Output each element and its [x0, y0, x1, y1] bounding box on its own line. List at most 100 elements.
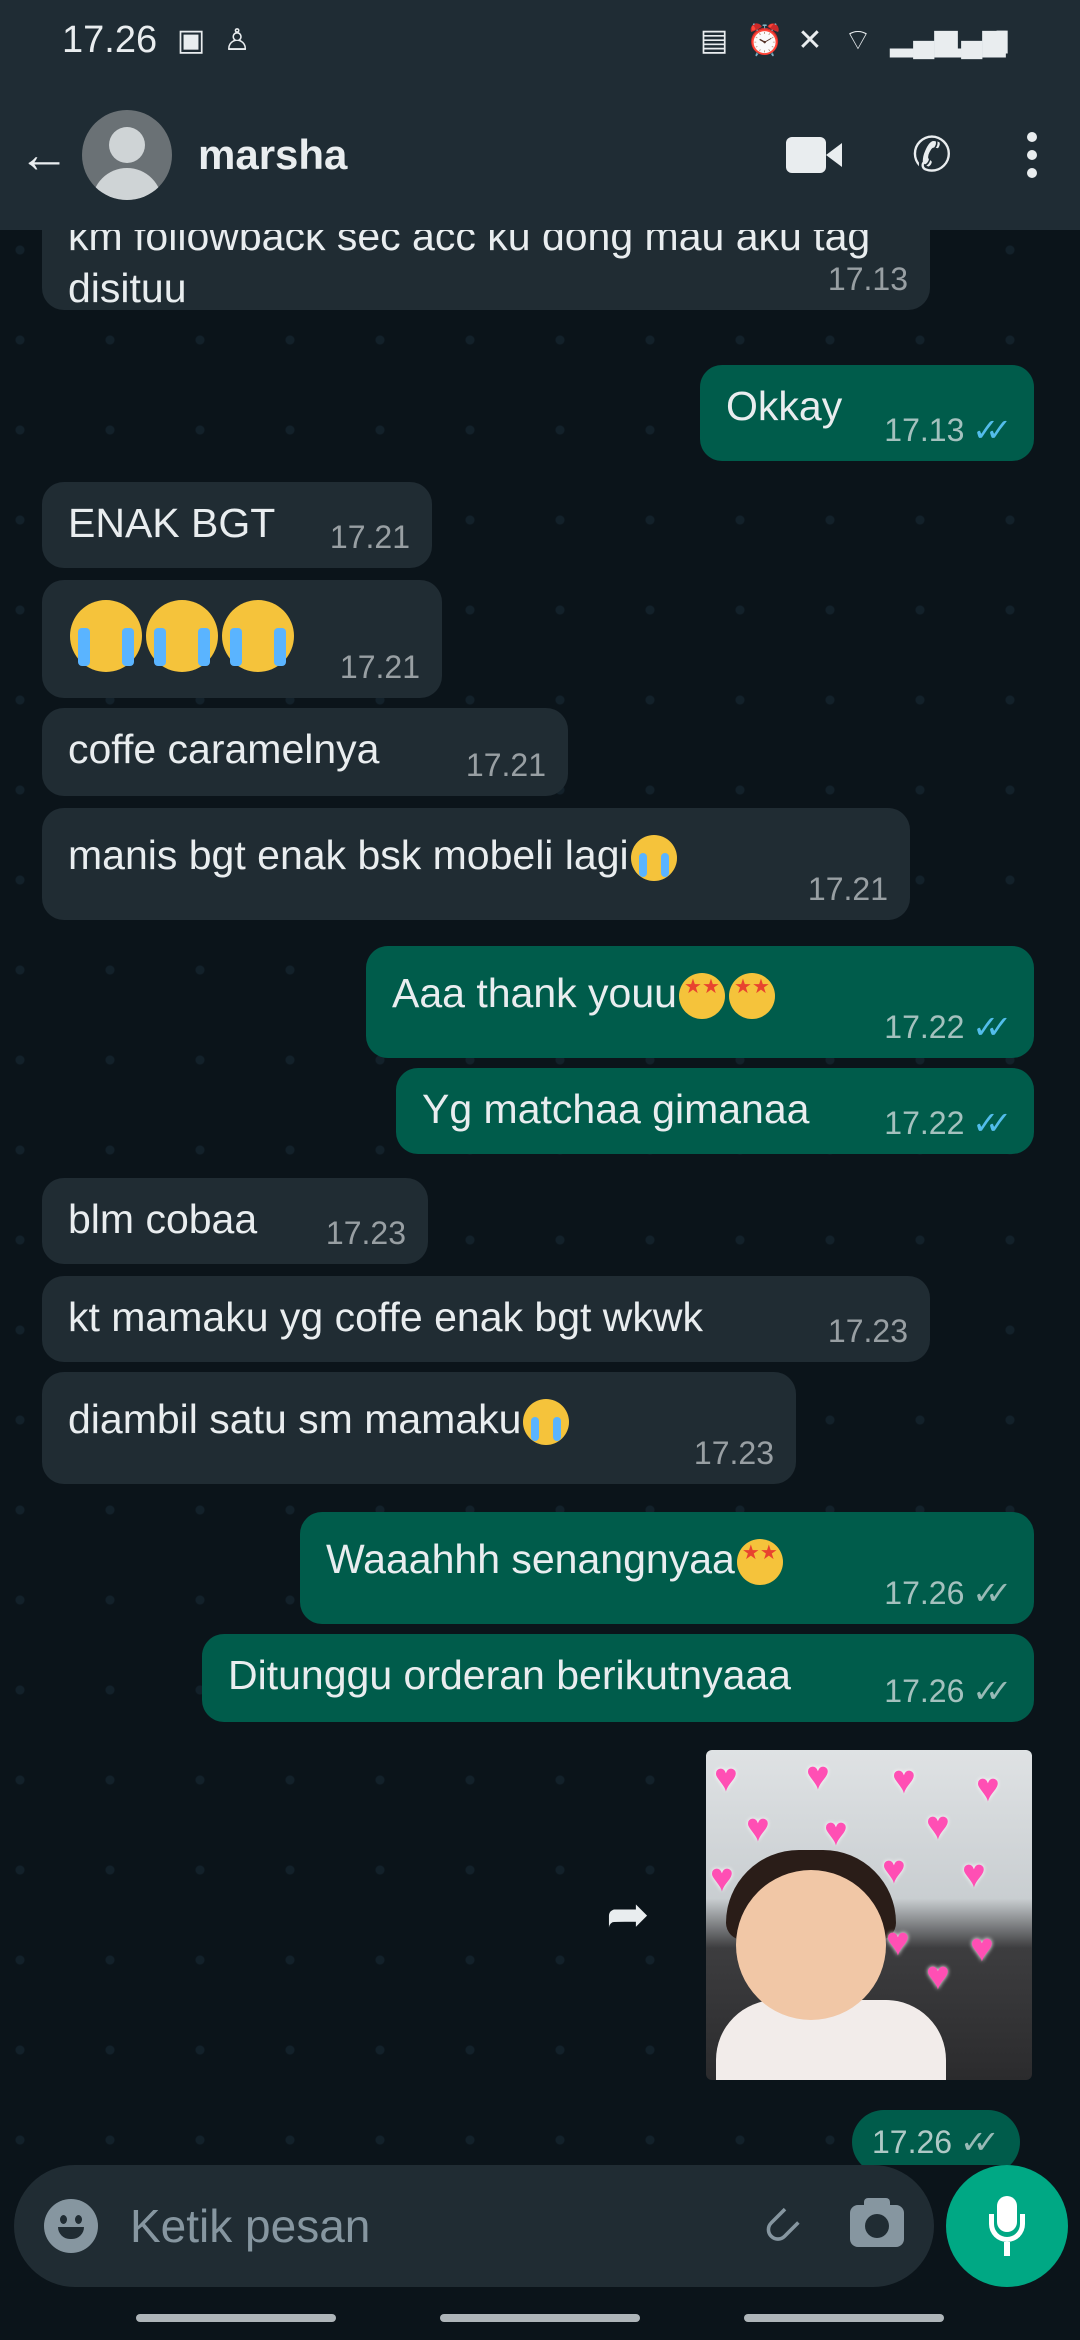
- message-text: Yg matchaa gimanaa: [422, 1086, 810, 1132]
- message-text: ENAK BGT: [68, 500, 276, 546]
- signal-icon: ▂▄▆: [890, 23, 958, 57]
- heart-icon: ♥: [892, 1758, 916, 1802]
- avatar[interactable]: [82, 110, 172, 200]
- message-meta: 17.13: [828, 261, 908, 298]
- message-composer: Ketik pesan ⊂: [14, 2165, 934, 2287]
- heart-icon: ♥: [806, 1754, 830, 1798]
- message-time: 17.21: [339, 649, 420, 685]
- alarm-icon: ⏰: [746, 23, 784, 57]
- message-time: 17.26: [884, 1574, 965, 1611]
- nav-home-gesture[interactable]: [440, 2314, 640, 2322]
- nav-recents-gesture[interactable]: [744, 2314, 944, 2322]
- sticker-time-badge: 17.26 ✓✓: [852, 2110, 1020, 2165]
- message-bubble-incoming[interactable]: km followback sec acc ku dong mau aku ta…: [42, 230, 930, 311]
- emoji-crying-icon: [523, 1399, 570, 1446]
- message-bubble-incoming[interactable]: ENAK BGT 17.21: [42, 482, 432, 568]
- heart-icon: ♥: [710, 1856, 734, 1900]
- chat-header: ← marsha ✆: [0, 80, 1080, 230]
- heart-icon: ♥: [714, 1756, 738, 1800]
- contact-name[interactable]: marsha: [198, 131, 347, 179]
- battery-icon: ▮: [993, 23, 1011, 57]
- message-time: 17.23: [325, 1215, 406, 1251]
- delivered-receipt-icon: ✓✓: [972, 1673, 1011, 1709]
- camera-icon[interactable]: [850, 2198, 904, 2247]
- message-bubble-outgoing[interactable]: Okkay 17.13 ✓✓: [700, 365, 1034, 461]
- phone-icon[interactable]: ✆: [912, 127, 952, 183]
- message-text: blm cobaa: [68, 1196, 258, 1242]
- emoji-star-struck-icon: [736, 1539, 783, 1586]
- message-text: coffe caramelnya: [68, 726, 380, 772]
- message-time: 17.22: [884, 1104, 965, 1141]
- message-text: Ditunggu orderan berikutnyaaa: [228, 1652, 791, 1698]
- heart-icon: ♥: [746, 1806, 770, 1850]
- message-meta: 17.21: [808, 871, 888, 908]
- heart-icon: ♥: [926, 1804, 950, 1848]
- more-options-icon[interactable]: [1022, 132, 1042, 178]
- status-right-icons: ▤ ⏰ ✕ ⌔ ▂▄▆ ▂▄▆ ▮: [698, 21, 1018, 59]
- delivered-receipt-icon: ✓✓: [972, 1575, 1011, 1611]
- message-text: Waaahhh senangnyaa: [326, 1536, 735, 1582]
- message-time: 17.26: [884, 1672, 965, 1709]
- header-actions: ✆: [785, 127, 1042, 183]
- message-list[interactable]: km followback sec acc ku dong mau aku ta…: [0, 230, 1080, 2165]
- message-meta: 17.26 ✓✓: [884, 1574, 1012, 1612]
- video-call-icon[interactable]: [785, 137, 842, 173]
- message-input[interactable]: Ketik pesan: [130, 2199, 370, 2253]
- attachment-icon[interactable]: ⊂: [746, 2192, 814, 2260]
- message-time: 17.13: [827, 261, 908, 297]
- message-time: 17.22: [884, 1008, 965, 1045]
- message-meta: 17.21: [340, 649, 420, 686]
- emoji-crying-icon: [630, 835, 677, 882]
- emoji-crying-icon: [222, 600, 294, 672]
- message-time: 17.21: [329, 519, 410, 555]
- emoji-crying-icon: [70, 600, 142, 672]
- wifi-icon: ⌔: [843, 24, 873, 57]
- status-left-icons: ▣ ♙: [175, 23, 253, 58]
- emoji-star-struck-icon: [728, 973, 775, 1020]
- read-receipt-icon: ✓✓: [972, 1009, 1011, 1045]
- status-bar: 17.26 ▣ ♙ ▤ ⏰ ✕ ⌔ ▂▄▆ ▂▄▆ ▮: [0, 0, 1080, 80]
- emoji-crying-icon: [146, 600, 218, 672]
- signal-icon: ▂▄▆: [938, 23, 1006, 57]
- message-text: km followback sec acc ku dong mau aku ta…: [68, 230, 871, 311]
- read-receipt-icon: ✓✓: [972, 412, 1011, 448]
- message-bubble-incoming[interactable]: coffe caramelnya 17.21: [42, 708, 568, 796]
- message-text: manis bgt enak bsk mobeli lagi: [68, 832, 629, 878]
- heart-icon: ♥: [824, 1810, 848, 1854]
- voice-record-button[interactable]: [946, 2165, 1068, 2287]
- message-meta: 17.23: [326, 1215, 406, 1252]
- message-meta: 17.13 ✓✓: [884, 411, 1012, 449]
- message-time: 17.21: [465, 747, 546, 783]
- message-bubble-outgoing[interactable]: Ditunggu orderan berikutnyaaa 17.26 ✓✓: [202, 1634, 1034, 1722]
- heart-icon: ♥: [970, 1926, 994, 1970]
- message-meta: 17.22 ✓✓: [884, 1104, 1012, 1142]
- message-bubble-incoming[interactable]: diambil satu sm mamaku 17.23: [42, 1372, 796, 1484]
- message-time: 17.21: [807, 871, 888, 907]
- microphone-icon: [987, 2196, 1027, 2256]
- mute-icon: ✕: [797, 23, 823, 57]
- emoji-icon[interactable]: [44, 2199, 98, 2253]
- message-bubble-incoming[interactable]: blm cobaa 17.23: [42, 1178, 428, 1264]
- sticker-image[interactable]: ♥ ♥ ♥ ♥ ♥ ♥ ♥ ♥ ♥ ♥ ♥ ♥ ♥: [706, 1750, 1032, 2080]
- back-arrow-icon[interactable]: ←: [18, 125, 78, 185]
- nav-back-gesture[interactable]: [136, 2314, 336, 2322]
- message-meta: 17.22 ✓✓: [884, 1008, 1012, 1046]
- message-bubble-incoming[interactable]: manis bgt enak bsk mobeli lagi 17.21: [42, 808, 910, 920]
- read-receipt-icon: ✓✓: [972, 1105, 1011, 1141]
- message-bubble-incoming[interactable]: 17.21: [42, 580, 442, 698]
- delivered-receipt-icon: ✓✓: [960, 2124, 999, 2160]
- message-bubble-outgoing[interactable]: Aaa thank youu 17.22✓✓: [366, 946, 1034, 1058]
- status-time: 17.26: [62, 18, 158, 61]
- message-text: diambil satu sm mamaku: [68, 1396, 522, 1442]
- message-text: Aaa thank youu: [392, 970, 677, 1016]
- message-meta: 17.21: [330, 519, 410, 556]
- heart-icon: ♥: [926, 1954, 950, 1998]
- emoji-star-struck-icon: [678, 973, 725, 1020]
- forward-icon[interactable]: ➦: [606, 1885, 666, 1945]
- message-bubble-outgoing[interactable]: Yg matchaa gimanaa 17.22 ✓✓: [396, 1068, 1034, 1154]
- message-bubble-incoming[interactable]: kt mamaku yg coffe enak bgt wkwk 17.23: [42, 1276, 930, 1362]
- message-bubble-outgoing[interactable]: Waaahhh senangnyaa 17.26✓✓: [300, 1512, 1034, 1624]
- message-meta: 17.21: [466, 747, 546, 784]
- heart-icon: ♥: [976, 1766, 1000, 1810]
- message-meta: 17.26 ✓✓: [884, 1672, 1012, 1710]
